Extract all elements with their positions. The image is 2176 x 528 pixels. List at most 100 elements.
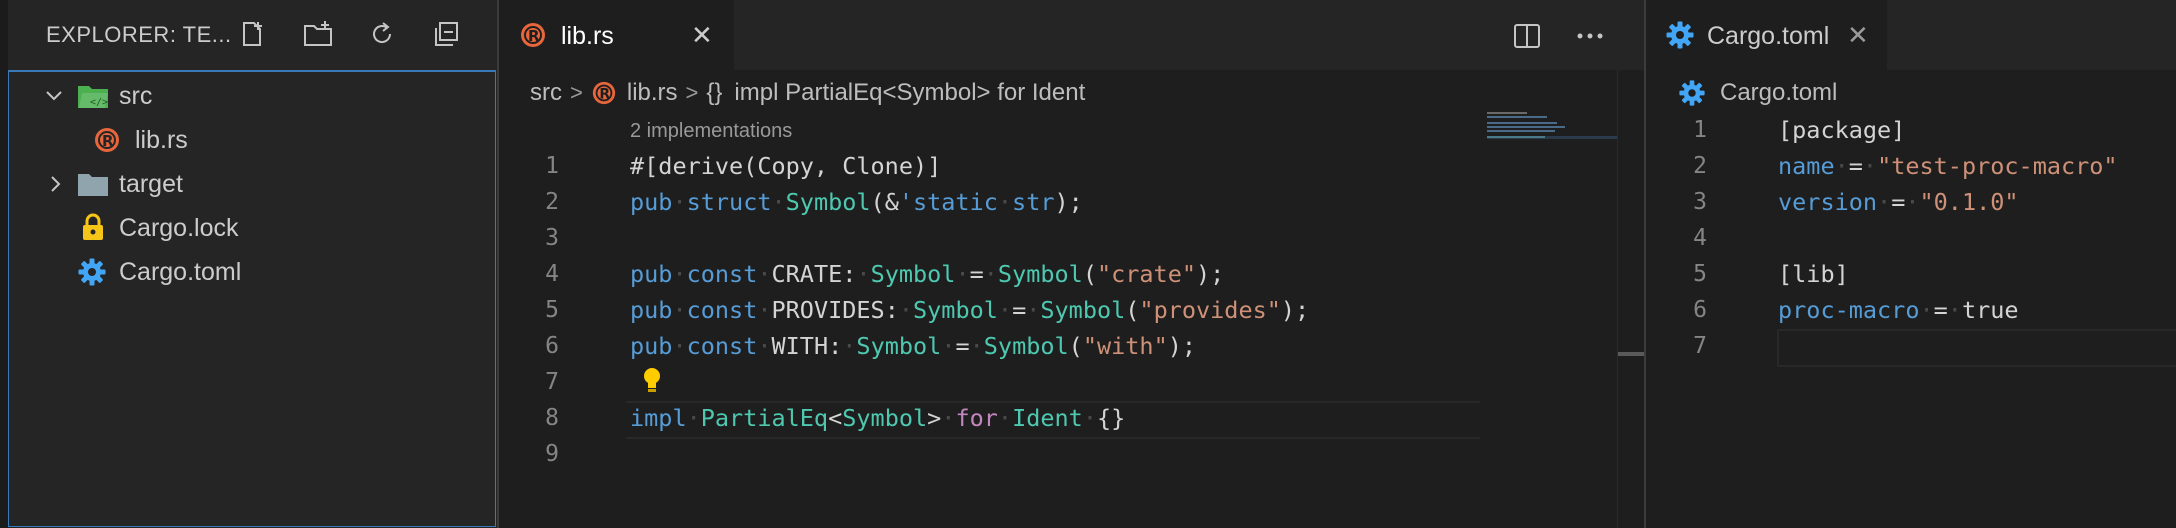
code-token: Symbol (913, 296, 998, 324)
code-token: {} (1096, 404, 1126, 432)
file-tree: </> src R lib.rs target Cargo.lock Cargo… (8, 70, 496, 527)
code-token: · (1026, 296, 1041, 324)
code-token: · (1877, 188, 1892, 216)
collapse-all-icon[interactable] (428, 16, 464, 52)
folder-src-icon: </> (77, 82, 109, 115)
folder-icon (77, 170, 109, 203)
code-token: · (941, 332, 956, 360)
svg-text:</>: </> (90, 97, 108, 108)
code-token: #[derive(Copy, Clone)] (630, 152, 942, 180)
tree-item-label: Cargo.lock (119, 213, 239, 242)
code-token: · (757, 296, 772, 324)
code-token: pub (630, 296, 673, 324)
code-token: = (969, 260, 984, 288)
rust-file-icon: R (519, 21, 547, 54)
tab-cargo-toml[interactable]: Cargo.toml ✕ (1647, 0, 1887, 70)
code-token: pub (630, 188, 673, 216)
scrollbar-thumb[interactable] (1618, 352, 1645, 356)
explorer-title: EXPLORER: TE... (46, 22, 232, 47)
line-number: 5 (545, 297, 559, 323)
new-file-icon[interactable] (234, 16, 270, 52)
code-token: < (828, 404, 843, 432)
line-number: 8 (545, 405, 559, 431)
code-line: proc-macro·=·true (1778, 292, 2019, 328)
tab-bar: Cargo.toml ✕ (1647, 0, 2176, 70)
breadcrumb-symbol[interactable]: impl PartialEq<Symbol> for Ident (734, 79, 1085, 107)
rust-file-icon: R (591, 80, 617, 106)
code-line: [package] (1778, 112, 1905, 148)
code-token: · (997, 404, 1013, 432)
code-token: = (1933, 296, 1948, 324)
code-line: version·=·"0.1.0" (1778, 184, 2019, 220)
code-token: ); (1054, 188, 1083, 216)
code-token: Symbol (870, 260, 956, 288)
code-token: [lib] (1778, 260, 1849, 288)
split-editor-icon[interactable] (1513, 22, 1541, 55)
code-token: · (842, 332, 857, 360)
code-line: #[derive(Copy, Clone)] (630, 148, 941, 184)
close-icon[interactable]: ✕ (691, 20, 713, 51)
new-folder-icon[interactable] (300, 16, 336, 52)
svg-text:R: R (528, 27, 540, 45)
code-token: "test-proc-macro" (1877, 152, 2118, 180)
code-token: · (757, 332, 772, 360)
code-token: struct (686, 188, 772, 216)
breadcrumb: Cargo.toml (1678, 70, 1837, 116)
code-line: pub·const·PROVIDES:·Symbol·=·Symbol("pro… (630, 292, 1309, 328)
code-token: impl (630, 404, 687, 432)
line-number: 6 (545, 333, 559, 359)
tab-label: Cargo.toml (1707, 22, 1830, 50)
code-token: "crate" (1096, 260, 1197, 288)
tree-item-lib-rs[interactable]: R lib.rs (9, 118, 495, 162)
code-token: ( (1125, 296, 1140, 324)
line-number: 1 (1693, 117, 1707, 143)
breadcrumb-file[interactable]: lib.rs (627, 79, 678, 107)
code-token: name (1778, 152, 1835, 180)
tree-item-cargo-lock[interactable]: Cargo.lock (9, 206, 495, 250)
more-actions-icon[interactable] (1575, 22, 1605, 55)
tree-item-target[interactable]: target (9, 162, 495, 206)
code-token: · (898, 296, 914, 324)
breadcrumb-folder[interactable]: src (530, 79, 562, 107)
close-icon[interactable]: ✕ (1847, 20, 1869, 51)
code-token: · (1834, 152, 1849, 180)
chevron-down-icon (43, 85, 65, 112)
code-token: · (1947, 296, 1962, 324)
code-token: · (1082, 404, 1097, 432)
symbol-namespace-icon: {} (706, 79, 723, 106)
code-token: ); (1280, 296, 1310, 324)
tree-item-cargo-toml[interactable]: Cargo.toml (9, 250, 495, 294)
codelens-implementations[interactable]: 2 implementations (630, 120, 792, 143)
line-number: 4 (1693, 225, 1707, 251)
line-number: 7 (1693, 333, 1707, 359)
code-token: = (1891, 188, 1906, 216)
code-token: version (1778, 188, 1878, 216)
current-line-highlight (1777, 329, 2176, 367)
code-token: Symbol (997, 260, 1083, 288)
breadcrumb-file[interactable]: Cargo.toml (1720, 79, 1837, 107)
code-token: · (856, 260, 871, 288)
minimap[interactable] (1487, 110, 1617, 150)
code-token: · (941, 404, 956, 432)
code-line: pub·const·CRATE:·Symbol·=·Symbol("crate"… (630, 256, 1224, 292)
code-token: · (686, 404, 701, 432)
vertical-scrollbar[interactable] (1617, 70, 1645, 528)
code-token: Symbol (856, 332, 942, 360)
code-token: · (997, 188, 1013, 216)
code-token: · (672, 332, 687, 360)
line-number: 2 (545, 189, 559, 215)
refresh-icon[interactable] (364, 16, 400, 52)
tab-lib-rs[interactable]: R lib.rs ✕ (499, 0, 734, 70)
code-token: Ident (1012, 404, 1083, 432)
lightbulb-icon[interactable] (641, 366, 663, 399)
code-token: · (771, 188, 786, 216)
tree-item-src[interactable]: </> src (9, 74, 495, 118)
chevron-right-icon: > (685, 80, 699, 105)
code-token: (& (870, 188, 899, 216)
code-token: pub (630, 332, 673, 360)
line-number: 9 (545, 441, 559, 467)
code-line: name·=·"test-proc-macro" (1778, 148, 2118, 184)
code-token: · (969, 332, 984, 360)
sash[interactable] (1644, 0, 1646, 528)
code-token: 'static (898, 188, 998, 216)
